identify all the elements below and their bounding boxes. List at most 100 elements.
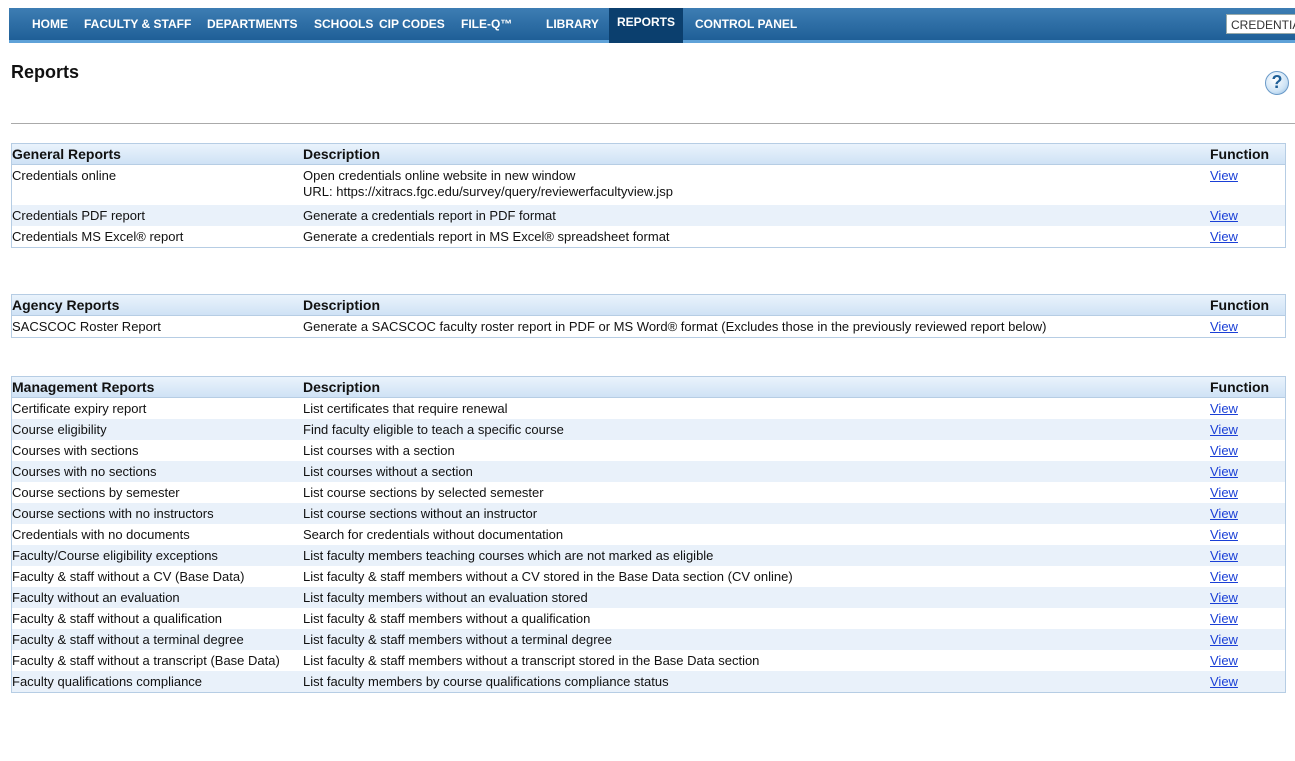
view-link[interactable]: View [1210,419,1238,440]
report-description: List course sections by selected semeste… [303,485,544,500]
header-name: Management Reports [12,379,155,395]
report-description: Search for credentials without documenta… [303,527,564,542]
header-function: Function [1210,379,1270,395]
main-nav-bar: HOME FACULTY & STAFF DEPARTMENTS SCHOOLS… [9,8,1295,43]
report-description: List courses without a section [303,464,473,479]
report-description: List certificates that require renewal [303,401,508,416]
view-link[interactable]: View [1210,608,1238,629]
report-name: Credentials online [12,168,117,183]
table-row: Course sections by semester List course s… [12,482,1285,503]
report-name: Course sections by semester [12,485,180,500]
report-name: Courses with sections [12,443,139,458]
nav-library[interactable]: LIBRARY [546,8,599,40]
report-name: Course eligibility [12,422,107,437]
header-name: General Reports [12,146,121,162]
report-description: List course sections without an instruct… [303,506,538,521]
nav-control-panel[interactable]: CONTROL PANEL [695,8,797,40]
report-description: List faculty & staff members without a q… [303,611,591,626]
header-name: Agency Reports [12,297,120,313]
description-url: URL: https://xitracs.fgc.edu/survey/quer… [303,184,673,199]
nav-faculty-staff[interactable]: FACULTY & STAFF [84,8,191,40]
report-name: SACSCOC Roster Report [12,319,161,334]
view-link[interactable]: View [1210,650,1238,671]
management-reports-table: Management Reports Description Function … [11,376,1286,693]
report-description: List courses with a section [303,443,455,458]
table-header: Management Reports Description Function [12,377,1285,398]
header-description: Description [303,297,381,313]
view-link[interactable]: View [1210,226,1238,247]
report-name: Faculty without an evaluation [12,590,180,605]
report-description: List faculty & staff members without a t… [303,653,760,668]
table-row: SACSCOC Roster Report Generate a SACSCOC… [12,316,1285,337]
view-link[interactable]: View [1210,461,1238,482]
agency-reports-table: Agency Reports Description Function SACS… [11,294,1286,338]
report-description: Generate a credentials report in PDF for… [303,208,556,223]
table-row: Course sections with no instructors List … [12,503,1285,524]
table-row: Faculty & staff without a qualification L… [12,608,1285,629]
table-row: Faculty & staff without a terminal degre… [12,629,1285,650]
report-description: Find faculty eligible to teach a specifi… [303,422,564,437]
nav-search-input[interactable]: CREDENTIALS [1226,14,1295,34]
view-link[interactable]: View [1210,671,1238,692]
description-line-1: Open credentials online website in new w… [303,168,576,183]
table-header: Agency Reports Description Function [12,295,1285,316]
nav-reports[interactable]: REPORTS [609,8,684,43]
report-name: Faculty & staff without a qualification [12,611,223,626]
table-row: Faculty/Course eligibility exceptions Lis… [12,545,1285,566]
table-row: Certificate expiry report List certificat… [12,398,1285,419]
general-reports-table: General Reports Description Function Cre… [11,143,1286,248]
report-name: Faculty/Course eligibility exceptions [12,548,218,563]
report-name: Faculty & staff without a transcript (Ba… [12,653,280,668]
header-function: Function [1210,146,1270,162]
header-description: Description [303,379,381,395]
table-row: Faculty & staff without a CV (Base Data)… [12,566,1285,587]
report-name: Credentials with no documents [12,527,190,542]
table-row: Course eligibility Find faculty eligible … [12,419,1285,440]
report-name: Faculty & staff without a CV (Base Data) [12,569,245,584]
table-header: General Reports Description Function [12,144,1285,165]
nav-schools[interactable]: SCHOOLS [314,8,373,40]
nav-cip-codes[interactable]: CIP CODES [379,8,445,40]
page-title: Reports [11,62,80,82]
view-link[interactable]: View [1210,545,1238,566]
nav-departments[interactable]: DEPARTMENTS [207,8,297,40]
view-link[interactable]: View [1210,524,1238,545]
table-row: Courses with no sections List courses wit… [12,461,1285,482]
report-name: Certificate expiry report [12,401,147,416]
table-row: Courses with sections List courses with a… [12,440,1285,461]
table-row: Credentials PDF report Generate a creden… [12,205,1285,226]
report-description: Generate a SACSCOC faculty roster report… [303,319,1047,334]
view-link[interactable]: View [1210,316,1238,337]
view-link[interactable]: View [1210,566,1238,587]
report-description: List faculty members by course qualifica… [303,674,669,689]
view-link[interactable]: View [1210,503,1238,524]
view-link[interactable]: View [1210,482,1238,503]
report-description: List faculty members teaching courses wh… [303,548,714,563]
report-description: Open credentials online website in new w… [303,168,673,200]
table-row: Credentials with no documents Search for … [12,524,1285,545]
nav-home[interactable]: HOME [32,8,68,40]
report-name: Faculty & staff without a terminal degre… [12,632,244,647]
view-link[interactable]: View [1210,398,1238,419]
view-link[interactable]: View [1210,165,1238,186]
report-description: Generate a credentials report in MS Exce… [303,229,670,244]
view-link[interactable]: View [1210,440,1238,461]
table-row: Credentials online Open credentials onli… [12,165,1285,205]
report-description: List faculty members without an evaluati… [303,590,588,605]
report-name: Faculty qualifications compliance [12,674,203,689]
question-mark-icon[interactable]: ? [1265,71,1289,95]
table-row: Faculty qualifications compliance List fa… [12,671,1285,692]
report-description: List faculty & staff members without a t… [303,632,613,647]
management-rows: Certificate expiry report List certificat… [12,398,1285,692]
report-name: Credentials MS Excel® report [12,229,184,244]
view-link[interactable]: View [1210,205,1238,226]
divider [11,123,1295,124]
view-link[interactable]: View [1210,587,1238,608]
view-link[interactable]: View [1210,629,1238,650]
table-row: Faculty & staff without a transcript (Ba… [12,650,1285,671]
report-name: Courses with no sections [12,464,157,479]
header-function: Function [1210,297,1270,313]
report-description: List faculty & staff members without a C… [303,569,793,584]
report-name: Credentials PDF report [12,208,145,223]
nav-file-q[interactable]: FILE-Q™ [461,8,512,40]
